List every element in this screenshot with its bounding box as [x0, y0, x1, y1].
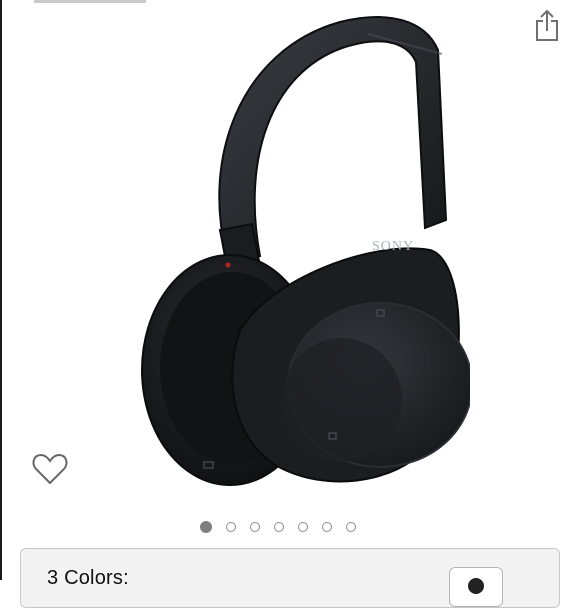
top-cut-off-fragment — [34, 0, 146, 3]
headphones-image: SONY — [141, 16, 473, 486]
carousel-dot-6[interactable] — [322, 522, 332, 532]
swatch-thumbnail — [468, 578, 484, 594]
carousel-dot-2[interactable] — [226, 522, 236, 532]
product-image[interactable]: SONY — [120, 10, 473, 495]
image-carousel-dots — [200, 518, 380, 536]
carousel-dot-3[interactable] — [250, 522, 260, 532]
colors-label: 3 Colors: — [47, 567, 129, 589]
left-border-rule — [0, 0, 2, 580]
carousel-dot-7[interactable] — [346, 522, 356, 532]
wishlist-button[interactable] — [32, 452, 68, 486]
share-icon — [536, 9, 558, 41]
heart-icon — [32, 453, 68, 485]
color-swatch-black[interactable] — [449, 567, 503, 607]
carousel-dot-5[interactable] — [298, 522, 308, 532]
carousel-dot-1[interactable] — [200, 521, 212, 533]
share-button[interactable] — [533, 6, 561, 44]
carousel-dot-4[interactable] — [274, 522, 284, 532]
colors-selector-panel: 3 Colors: — [20, 548, 560, 608]
sony-logo: SONY — [372, 239, 414, 254]
